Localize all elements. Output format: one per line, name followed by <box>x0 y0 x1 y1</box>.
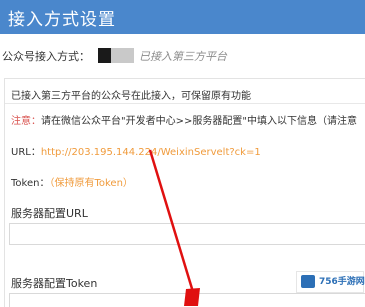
url-label: URL： <box>11 147 41 158</box>
url-value[interactable]: http://203.195.144.224/WeixinServelt?ck=… <box>41 147 261 158</box>
watermark-logo-icon <box>301 275 315 288</box>
token-line: Token：（保持原有Token） <box>11 174 133 189</box>
page-title: 接入方式设置 <box>8 10 116 30</box>
notice-line: 注意：请在微信公众平台"开发者中心>>服务器配置"中填入以下信息（请注意 <box>11 112 357 127</box>
url-line: URL：http://203.195.144.224/WeixinServelt… <box>11 143 261 158</box>
watermark-text: 756手游网 <box>319 277 365 287</box>
toggle-knob <box>98 48 111 63</box>
token-label: Token： <box>11 178 50 189</box>
token-value: （保持原有Token） <box>49 178 133 189</box>
access-mode-label: 公众号接入方式： <box>2 50 90 63</box>
intro-text: 已接入第三方平台的公众号在此接入，可保留原有功能 <box>11 91 251 102</box>
notice-text: 请在微信公众平台"开发者中心>>服务器配置"中填入以下信息（请注意 <box>41 116 357 127</box>
server-token-label: 服务器配置Token <box>11 277 98 290</box>
panel-divider <box>5 103 365 104</box>
server-url-label: 服务器配置URL <box>11 207 88 220</box>
access-mode-toggle[interactable] <box>98 48 134 63</box>
server-url-input[interactable] <box>9 223 365 245</box>
server-token-input[interactable] <box>9 293 365 307</box>
page-header: 接入方式设置 <box>0 0 365 34</box>
notice-key: 注意： <box>11 116 41 127</box>
site-watermark: 756手游网 <box>296 271 365 293</box>
access-mode-status: 已接入第三方平台 <box>139 50 227 63</box>
